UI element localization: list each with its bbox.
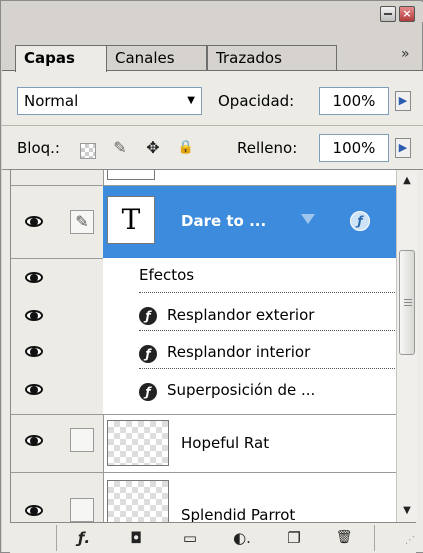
lock-position-icon[interactable]: ✥: [144, 139, 162, 157]
lock-all-icon[interactable]: 🔒: [177, 139, 195, 157]
text-layer-thumbnail[interactable]: T: [107, 196, 155, 244]
brush-icon[interactable]: ✎: [70, 210, 94, 234]
effects-heading[interactable]: Efectos: [139, 266, 194, 284]
eye-icon[interactable]: [24, 504, 46, 518]
blend-mode-value: Normal: [24, 92, 79, 110]
opacity-label: Opacidad:: [218, 92, 295, 110]
layers-toolbar: ƒ. ◘ ▭ ◐. ❐ 🗑: [10, 522, 416, 553]
layers-scrollbar[interactable]: ▲ ▼: [396, 170, 417, 522]
eye-icon[interactable]: [24, 383, 46, 397]
new-layer-icon[interactable]: ❐: [282, 527, 306, 549]
new-adjustment-layer-icon[interactable]: ◐.: [230, 527, 254, 549]
layer-thumbnail: [107, 170, 155, 180]
expand-effects-icon[interactable]: [301, 214, 315, 224]
lock-transparent-pixels-icon[interactable]: [80, 143, 96, 159]
minimize-button[interactable]: [380, 6, 396, 22]
link-toggle[interactable]: [70, 498, 94, 522]
tab-canales[interactable]: Canales: [106, 45, 207, 71]
close-button[interactable]: ×: [399, 6, 415, 22]
fill-label: Relleno:: [237, 139, 298, 157]
add-layer-style-icon[interactable]: ƒ.: [72, 527, 96, 549]
lock-image-pixels-icon[interactable]: ✎: [111, 139, 129, 157]
tab-capas[interactable]: Capas: [15, 45, 107, 72]
grip-line: [404, 299, 412, 300]
eye-icon[interactable]: [24, 215, 46, 229]
add-mask-icon[interactable]: ◘: [124, 527, 148, 549]
row-divider: [11, 258, 103, 259]
fill-input[interactable]: 100%: [319, 134, 389, 162]
layer-name[interactable]: Splendid Parrot: [181, 506, 295, 522]
toolbar-separator: [374, 525, 375, 551]
scroll-up-icon[interactable]: ▲: [397, 172, 417, 190]
row-divider: [11, 414, 397, 415]
scroll-down-icon[interactable]: ▼: [397, 502, 417, 520]
effect-outer-glow[interactable]: Resplandor exterior: [167, 306, 314, 324]
eye-icon[interactable]: [24, 271, 46, 285]
effects-icon: ƒ: [350, 211, 370, 231]
divider: [2, 125, 423, 126]
blend-mode-select[interactable]: Normal ▼: [17, 87, 202, 115]
lock-label: Bloq.:: [17, 139, 60, 157]
fill-slider-button[interactable]: ▶: [395, 138, 411, 158]
chevron-down-icon: ▼: [187, 95, 195, 106]
layer-name[interactable]: Hopeful Rat: [181, 434, 269, 452]
toolbar-separator: [56, 525, 57, 551]
eye-icon[interactable]: [24, 345, 46, 359]
new-group-icon[interactable]: ▭: [178, 527, 202, 549]
layer-thumbnail[interactable]: [107, 480, 169, 522]
resize-grip-icon[interactable]: ⋰: [405, 535, 419, 549]
opacity-input[interactable]: 100%: [319, 87, 389, 115]
divider: [139, 368, 397, 369]
effect-icon: ƒ: [139, 345, 157, 363]
layers-list: ✎ T Dare to ... ƒ Efectos ƒ Resplandor e…: [10, 170, 397, 522]
effect-icon: ƒ: [139, 307, 157, 325]
effect-inner-glow[interactable]: Resplandor interior: [167, 343, 310, 361]
eye-icon[interactable]: [24, 434, 46, 448]
delete-layer-icon[interactable]: 🗑: [332, 527, 356, 549]
grip-line: [404, 305, 412, 306]
panel-menu-button[interactable]: »: [401, 46, 410, 62]
grip-line: [404, 302, 412, 303]
layers-panel: × Capas Canales Trazados » Normal ▼ Opac…: [0, 0, 423, 553]
panel-title-bar: ×: [2, 2, 423, 22]
layer-name[interactable]: Dare to ...: [181, 212, 266, 230]
row-divider: [11, 472, 397, 473]
opacity-slider-button[interactable]: ▶: [395, 91, 411, 111]
eye-icon[interactable]: [24, 309, 46, 323]
layer-thumbnail[interactable]: [107, 420, 169, 466]
effect-icon: ƒ: [139, 383, 157, 401]
divider: [139, 330, 397, 331]
tab-trazados[interactable]: Trazados: [207, 45, 337, 71]
panel-tab-strip: Capas Canales Trazados »: [2, 23, 423, 72]
scroll-thumb[interactable]: [399, 250, 415, 355]
link-toggle[interactable]: [70, 428, 94, 452]
divider: [139, 292, 397, 293]
effect-overlay[interactable]: Superposición de ...: [167, 381, 315, 399]
